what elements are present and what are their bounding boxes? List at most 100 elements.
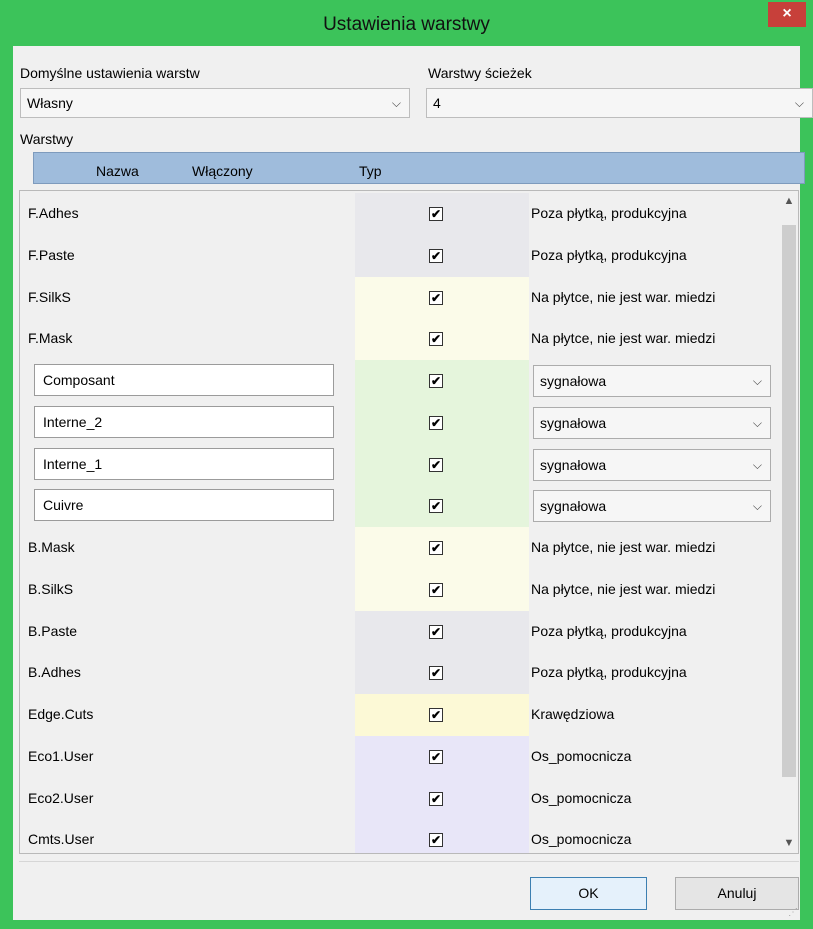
vertical-scrollbar[interactable]: ▲ ▼ xyxy=(780,191,798,853)
layer-name: B.Paste xyxy=(28,622,78,639)
layer-name: Cmts.User xyxy=(28,831,95,848)
layer-type: Na płytce, nie jest war. miedzi xyxy=(531,580,716,597)
layer-enabled-checkbox[interactable]: ✔ xyxy=(429,541,443,555)
layer-color-swatch[interactable]: ✔ xyxy=(355,193,529,235)
resize-grip-icon[interactable]: ⋰ xyxy=(788,907,798,918)
layer-color-swatch[interactable]: ✔ xyxy=(355,234,529,277)
layer-name: Edge.Cuts xyxy=(28,706,94,722)
title-bar[interactable]: Ustawienia warstwy × xyxy=(0,0,813,46)
layer-row: ✔ F.Mask Na płytce, nie jest war. miedzi xyxy=(20,318,780,361)
layer-enabled-checkbox[interactable]: ✔ xyxy=(429,624,443,639)
layer-color-swatch[interactable]: ✔ xyxy=(355,443,529,486)
layer-name-input[interactable]: Interne_2 xyxy=(34,405,334,438)
column-header-type: Typ xyxy=(359,163,382,179)
layer-name: F.Paste xyxy=(28,246,75,263)
cancel-button[interactable]: Anuluj xyxy=(675,877,799,910)
layer-type-value: sygnałowa xyxy=(540,456,607,473)
layer-row: ✔ B.Adhes Poza płytką, produkcyjna xyxy=(20,652,780,695)
presets-label: Domyślne ustawienia warstw xyxy=(20,65,200,81)
chevron-down-icon: ⌵ xyxy=(794,96,804,110)
layers-label: Warstwy xyxy=(20,131,74,147)
layer-enabled-checkbox[interactable]: ✔ xyxy=(429,833,443,848)
layer-row: ✔ Cmts.User Os_pomocnicza xyxy=(20,819,780,853)
layer-type-select[interactable]: sygnałowa ⌵ xyxy=(533,406,771,439)
layer-enabled-checkbox[interactable]: ✔ xyxy=(429,791,443,806)
layer-color-swatch[interactable]: ✔ xyxy=(355,527,529,569)
layer-color-swatch[interactable]: ✔ xyxy=(355,735,529,778)
layer-row: ✔ Eco1.User Os_pomocnicza xyxy=(20,735,780,778)
column-header-enabled: Włączony xyxy=(192,163,253,179)
chevron-down-icon: ⌵ xyxy=(391,96,401,110)
chevron-down-icon: ⌵ xyxy=(752,415,762,430)
layer-name-input[interactable]: Composant xyxy=(34,364,334,396)
layer-type-select[interactable]: sygnałowa ⌵ xyxy=(533,448,771,481)
layer-row: ✔ F.SilkS Na płytce, nie jest war. miedzi xyxy=(20,276,780,319)
layer-name-input[interactable]: Cuivre xyxy=(34,489,334,522)
layer-name: Eco1.User xyxy=(28,747,94,764)
scroll-down-icon[interactable]: ▼ xyxy=(780,837,798,849)
copper-layers-select[interactable]: 4 ⌵ xyxy=(426,88,813,118)
layer-color-swatch[interactable]: ✔ xyxy=(355,318,529,361)
layer-enabled-checkbox[interactable]: ✔ xyxy=(429,415,443,430)
layer-row: ✔ F.Adhes Poza płytką, produkcyjna xyxy=(20,193,780,235)
layers-table-header: Nazwa Włączony Typ xyxy=(33,152,805,184)
layers-grid[interactable]: ✔ F.Adhes Poza płytką, produkcyjna ✔ F.Paste… xyxy=(19,190,799,854)
chevron-down-icon: ⌵ xyxy=(752,374,762,388)
layer-enabled-checkbox[interactable]: ✔ xyxy=(429,666,443,681)
layer-color-swatch[interactable]: ✔ xyxy=(355,819,529,853)
scroll-up-icon[interactable]: ▲ xyxy=(780,195,798,207)
layer-row: ✔ F.Paste Poza płytką, produkcyjna xyxy=(20,234,780,277)
layer-type-value: sygnałowa xyxy=(540,373,607,389)
layer-color-swatch[interactable]: ✔ xyxy=(355,568,529,611)
layer-name-input[interactable]: Interne_1 xyxy=(34,447,334,480)
layer-color-swatch[interactable]: ✔ xyxy=(355,652,529,695)
layer-name: F.SilkS xyxy=(28,288,71,305)
layer-row: ✔ B.Paste Poza płytką, produkcyjna xyxy=(20,610,780,653)
layer-color-swatch[interactable]: ✔ xyxy=(355,777,529,820)
layer-name: B.Adhes xyxy=(28,664,81,681)
layer-enabled-checkbox[interactable]: ✔ xyxy=(429,290,443,305)
dialog-title: Ustawienia warstwy xyxy=(323,14,490,35)
layer-color-swatch[interactable]: ✔ xyxy=(355,276,529,319)
layer-type: Poza płytką, produkcyjna xyxy=(531,205,687,221)
layer-name: B.SilkS xyxy=(28,580,74,597)
layer-enabled-checkbox[interactable]: ✔ xyxy=(429,708,443,722)
layer-enabled-checkbox[interactable]: ✔ xyxy=(429,374,443,388)
layer-type: Poza płytką, produkcyjna xyxy=(531,622,687,639)
layer-name: F.Mask xyxy=(28,330,73,347)
layer-enabled-checkbox[interactable]: ✔ xyxy=(429,332,443,347)
layer-name: Eco2.User xyxy=(28,789,94,806)
layer-color-swatch[interactable]: ✔ xyxy=(355,694,529,736)
presets-select[interactable]: Własny ⌵ xyxy=(20,88,410,118)
layer-row: ✔ Composant sygnałowa ⌵ xyxy=(20,360,780,402)
layer-color-swatch[interactable]: ✔ xyxy=(355,360,529,402)
layer-type: Os_pomocnicza xyxy=(531,831,632,848)
layer-color-swatch[interactable]: ✔ xyxy=(355,401,529,444)
layer-enabled-checkbox[interactable]: ✔ xyxy=(429,207,443,221)
layer-row: ✔ Cuivre sygnałowa ⌵ xyxy=(20,485,780,528)
layer-type: Na płytce, nie jest war. miedzi xyxy=(531,288,716,305)
layer-enabled-checkbox[interactable]: ✔ xyxy=(429,499,443,514)
presets-value: Własny xyxy=(27,95,73,111)
column-header-name: Nazwa xyxy=(96,163,139,179)
layer-type-select[interactable]: sygnałowa ⌵ xyxy=(533,490,771,523)
layer-enabled-checkbox[interactable]: ✔ xyxy=(429,749,443,764)
footer-separator xyxy=(19,861,799,862)
layer-color-swatch[interactable]: ✔ xyxy=(355,485,529,528)
layer-type: Na płytce, nie jest war. miedzi xyxy=(531,539,716,555)
layer-row: ✔ B.Mask Na płytce, nie jest war. miedzi xyxy=(20,527,780,569)
layer-enabled-checkbox[interactable]: ✔ xyxy=(429,582,443,597)
layer-name: F.Adhes xyxy=(28,205,79,221)
ok-button[interactable]: OK xyxy=(530,877,647,910)
layer-type-select[interactable]: sygnałowa ⌵ xyxy=(533,365,771,397)
layer-type-value: sygnałowa xyxy=(540,498,607,515)
layer-color-swatch[interactable]: ✔ xyxy=(355,610,529,653)
copper-layers-label: Warstwy ścieżek xyxy=(428,65,532,81)
layer-type: Na płytce, nie jest war. miedzi xyxy=(531,330,716,347)
layer-type: Os_pomocnicza xyxy=(531,747,632,764)
close-button[interactable]: × xyxy=(768,2,806,27)
scroll-thumb[interactable] xyxy=(782,225,796,777)
layer-enabled-checkbox[interactable]: ✔ xyxy=(429,457,443,472)
layer-row: ✔ Eco2.User Os_pomocnicza xyxy=(20,777,780,820)
layer-enabled-checkbox[interactable]: ✔ xyxy=(429,248,443,263)
